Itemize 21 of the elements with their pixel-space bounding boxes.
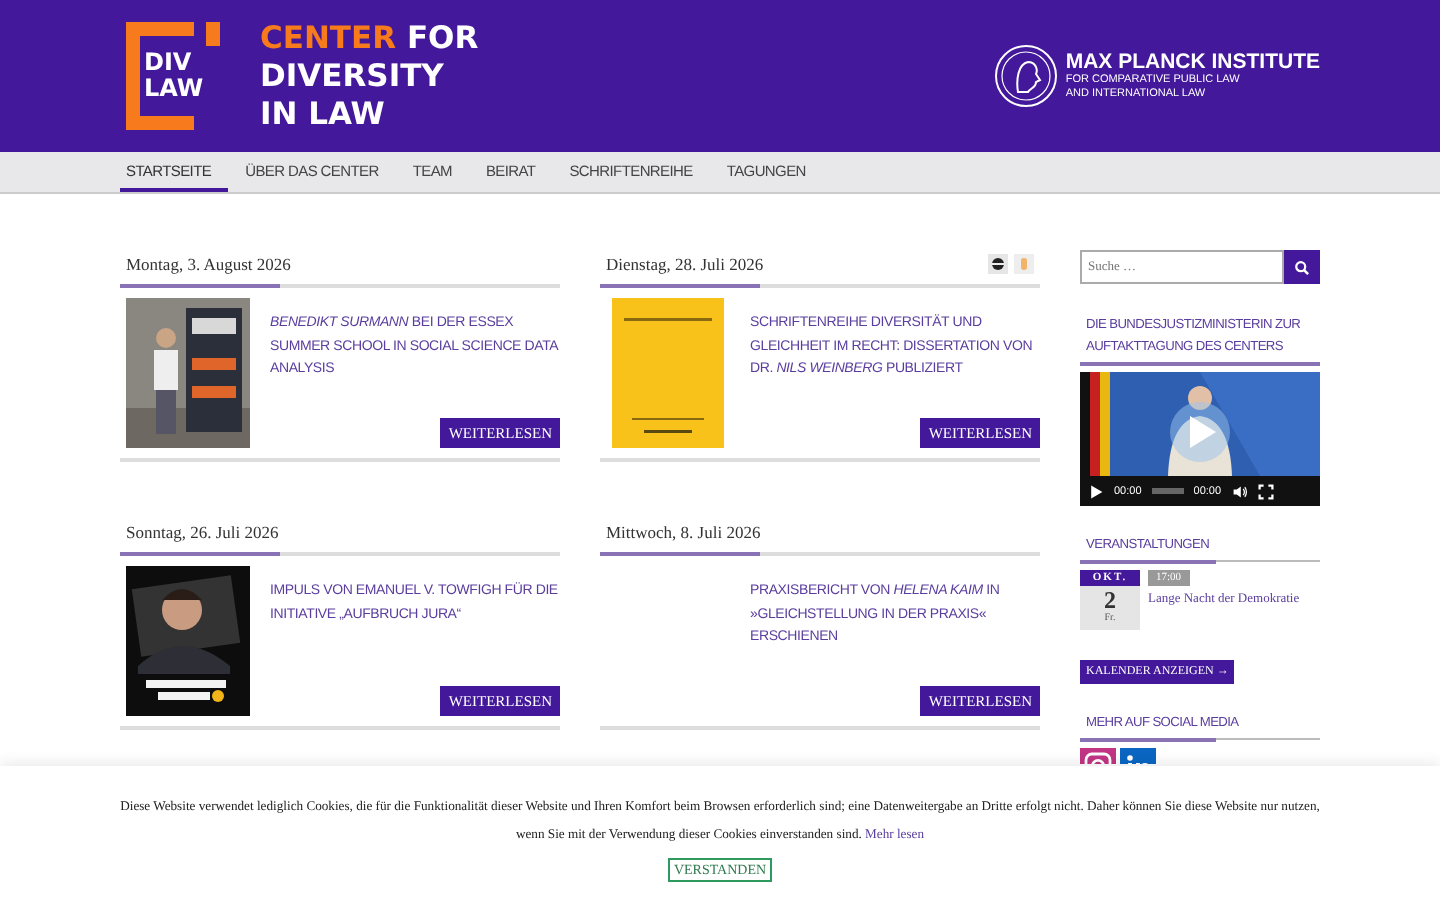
- site-title-accent: CENTER: [260, 19, 397, 55]
- search-button[interactable]: [1284, 250, 1320, 284]
- share-icon[interactable]: [988, 254, 1008, 274]
- seal-icon: [993, 44, 1058, 108]
- linkedin-icon[interactable]: [1120, 748, 1156, 764]
- fullscreen-icon[interactable]: [1257, 483, 1274, 499]
- search-icon: [1294, 259, 1310, 275]
- post-date: Dienstag, 28. Juli 2026: [606, 254, 764, 274]
- event-day: 2: [1104, 586, 1116, 614]
- play-icon[interactable]: [1088, 483, 1104, 499]
- volume-icon[interactable]: [1231, 483, 1248, 499]
- logo-mark[interactable]: DIV LAW: [126, 22, 220, 130]
- progress-track[interactable]: [1151, 488, 1184, 494]
- post-date: Montag, 3. August 2026: [126, 254, 291, 274]
- institute-name: MAX PLANCK INSTITUTE: [1065, 50, 1320, 74]
- post-date: Mittwoch, 8. Juli 2026: [606, 522, 761, 542]
- camera-icon[interactable]: [1080, 748, 1116, 764]
- site-title: DIVERSITY: [260, 57, 446, 95]
- site-title: FOR: [406, 19, 479, 55]
- post-date: Sonntag, 26. Juli 2026: [126, 522, 279, 542]
- site-title: IN LAW: [260, 95, 387, 133]
